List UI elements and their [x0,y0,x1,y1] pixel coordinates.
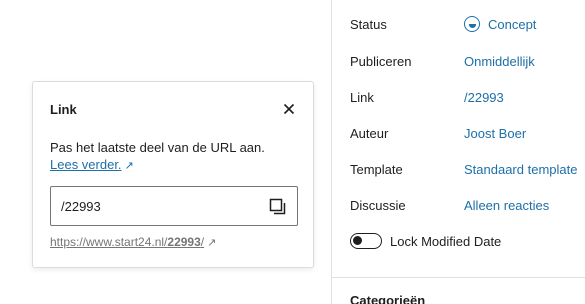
external-link-icon: ↗ [124,160,134,172]
help-text: Pas het laatste deel van de URL aan. Lee… [50,139,300,175]
discussion-row: Discussie Alleen reacties [350,193,585,217]
learn-more-link[interactable]: Lees verder. [50,157,122,172]
link-label: Link [350,89,374,105]
author-label: Auteur [350,125,389,141]
slug-input[interactable] [61,198,261,214]
popover-title: Link [50,102,77,117]
template-value-button[interactable]: Standaard template [464,162,577,177]
help-text-body: Pas het laatste deel van de URL aan. [50,140,265,155]
permalink: https://www.start24.nl/22993/↗ [50,235,216,249]
discussion-label: Discussie [350,197,406,213]
publish-row: Publiceren Onmiddellijk [350,49,585,73]
status-value-button[interactable]: Concept [464,16,536,32]
categories-panel-toggle[interactable]: Categorieën [350,293,425,304]
draft-status-icon [464,16,480,32]
close-button[interactable] [279,99,299,119]
link-row: Link /22993 [350,85,585,109]
author-value-button[interactable]: Joost Boer [464,126,526,141]
link-popover: Link Pas het laatste deel van de URL aan… [32,81,314,268]
status-value: Concept [488,16,537,32]
discussion-value-button[interactable]: Alleen reacties [464,198,549,213]
lock-modified-date-row: Lock Modified Date [350,229,585,253]
permalink-prefix: https://www.start24.nl/ [50,235,168,249]
permalink-slug: 22993 [167,235,201,249]
publish-value-button[interactable]: Onmiddellijk [464,54,535,69]
status-label: Status [350,16,387,32]
publish-label: Publiceren [350,53,412,69]
author-row: Auteur Joost Boer [350,121,585,145]
link-value-button[interactable]: /22993 [464,90,504,105]
post-settings-sidebar: Status Concept Publiceren Onmiddellijk L… [331,0,585,304]
lock-modified-date-label: Lock Modified Date [390,233,502,249]
template-row: Template Standaard template [350,157,585,181]
permalink-suffix: / [200,235,205,249]
status-row: Status Concept [350,12,585,36]
copy-icon[interactable] [269,198,287,216]
lock-modified-date-toggle[interactable] [350,233,382,249]
editor-canvas: Status Concept Publiceren Onmiddellijk L… [0,0,585,304]
slug-field-wrapper [50,186,298,226]
permalink-link[interactable]: https://www.start24.nl/22993/ [50,235,204,249]
template-label: Template [350,161,403,177]
sidebar-divider [332,277,585,278]
permalink-external-icon: ↗ [207,237,217,249]
close-icon [283,103,295,115]
